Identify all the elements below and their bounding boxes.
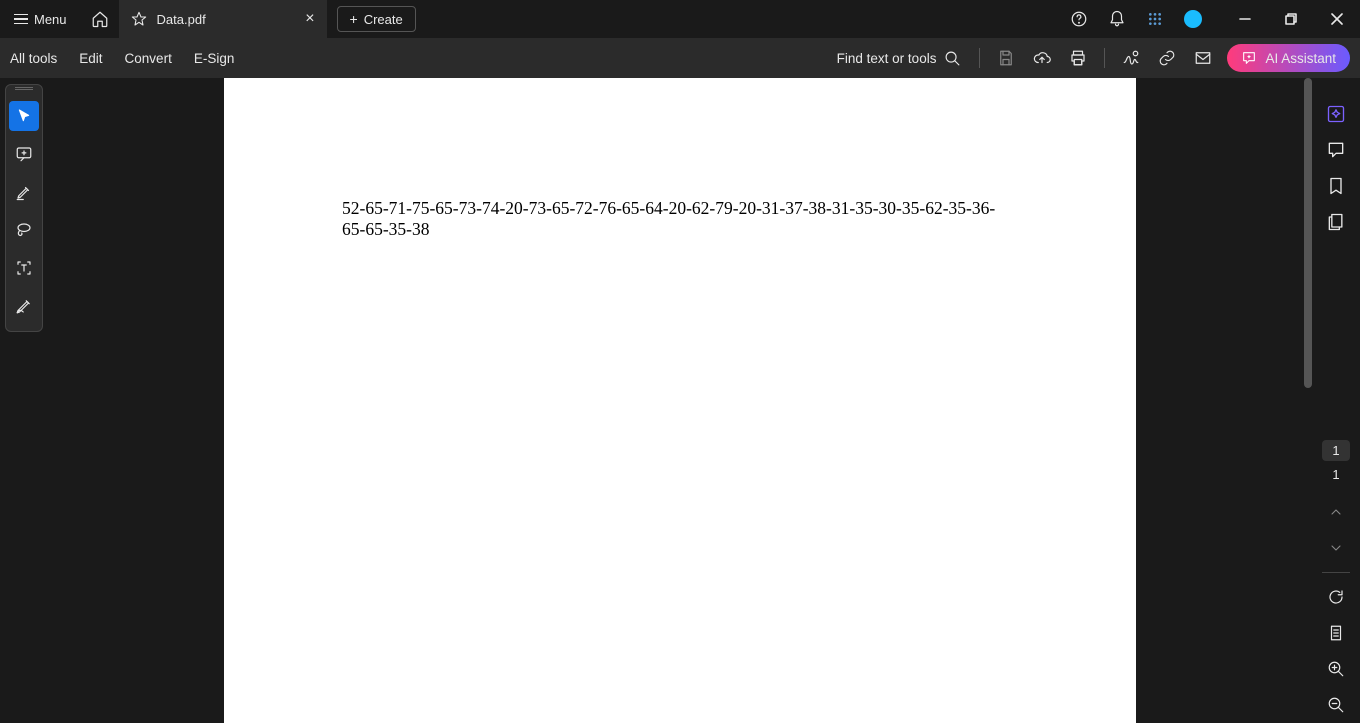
pages-panel-icon xyxy=(1326,212,1346,232)
avatar-icon xyxy=(1184,10,1202,28)
document-tab[interactable]: Data.pdf × xyxy=(119,0,327,38)
search-icon xyxy=(944,50,961,67)
signature-icon xyxy=(1122,49,1140,67)
close-icon xyxy=(1331,13,1343,25)
comment-icon xyxy=(15,145,33,163)
vertical-scrollbar[interactable] xyxy=(1304,78,1312,388)
bell-icon xyxy=(1108,10,1126,28)
tool-bar: All tools Edit Convert E-Sign Find text … xyxy=(0,38,1360,78)
lasso-icon xyxy=(15,221,33,239)
grip-handle[interactable] xyxy=(12,87,36,93)
home-button[interactable] xyxy=(81,0,119,38)
page-up-button[interactable] xyxy=(1318,494,1354,530)
comment-tool[interactable] xyxy=(9,139,39,169)
tab-title: Data.pdf xyxy=(157,12,296,27)
star-icon xyxy=(131,11,147,27)
panel-bookmarks-button[interactable] xyxy=(1318,168,1354,204)
minimize-icon xyxy=(1239,13,1251,25)
zoom-out-icon xyxy=(1327,696,1345,714)
ai-panel-icon xyxy=(1326,104,1346,124)
chevron-down-icon xyxy=(1328,540,1344,556)
zoom-out-button[interactable] xyxy=(1318,687,1354,723)
apps-grid-icon xyxy=(1147,11,1163,27)
divider xyxy=(1322,572,1350,573)
help-button[interactable] xyxy=(1060,0,1098,38)
panel-comments-button[interactable] xyxy=(1318,132,1354,168)
save-button[interactable] xyxy=(988,38,1024,78)
panel-ai-button[interactable] xyxy=(1318,96,1354,132)
create-label: Create xyxy=(364,12,403,27)
highlight-tool[interactable] xyxy=(9,177,39,207)
menu-button[interactable]: Menu xyxy=(0,0,81,38)
main-area: 52-65-71-75-65-73-74-20-73-65-72-76-65-6… xyxy=(0,78,1360,723)
window-controls xyxy=(1222,0,1360,38)
print-icon xyxy=(1069,49,1087,67)
chevron-up-icon xyxy=(1328,504,1344,520)
right-toolbar: 1 1 xyxy=(1312,78,1360,723)
ai-label: AI Assistant xyxy=(1265,51,1336,66)
print-button[interactable] xyxy=(1060,38,1096,78)
save-icon xyxy=(997,49,1015,67)
page-layout-icon xyxy=(1327,624,1345,642)
page-total: 1 xyxy=(1332,467,1339,482)
page-display-button[interactable] xyxy=(1318,615,1354,651)
ai-assistant-button[interactable]: AI Assistant xyxy=(1227,44,1350,72)
text-tool[interactable] xyxy=(9,253,39,283)
menu-label: Menu xyxy=(34,12,67,27)
page-current[interactable]: 1 xyxy=(1322,440,1349,461)
left-tool-panel xyxy=(5,84,43,332)
maximize-button[interactable] xyxy=(1268,0,1314,38)
link-icon xyxy=(1158,49,1176,67)
select-tool[interactable] xyxy=(9,101,39,131)
account-button[interactable] xyxy=(1174,0,1212,38)
pen-icon xyxy=(15,297,33,315)
menu-convert[interactable]: Convert xyxy=(125,51,172,66)
apps-button[interactable] xyxy=(1136,0,1174,38)
find-label: Find text or tools xyxy=(837,51,937,66)
menu-all-tools[interactable]: All tools xyxy=(10,51,57,66)
cloud-upload-icon xyxy=(1033,49,1051,67)
mail-icon xyxy=(1194,49,1212,67)
divider xyxy=(979,48,980,68)
text-select-icon xyxy=(15,259,33,277)
email-button[interactable] xyxy=(1185,38,1221,78)
fill-sign-tool[interactable] xyxy=(9,291,39,321)
zoom-in-icon xyxy=(1327,660,1345,678)
close-window-button[interactable] xyxy=(1314,0,1360,38)
document-area[interactable]: 52-65-71-75-65-73-74-20-73-65-72-76-65-6… xyxy=(48,78,1312,723)
highlighter-icon xyxy=(15,183,33,201)
page-down-button[interactable] xyxy=(1318,530,1354,566)
cursor-icon xyxy=(16,108,32,124)
rotate-button[interactable] xyxy=(1318,579,1354,615)
divider xyxy=(1104,48,1105,68)
notifications-button[interactable] xyxy=(1098,0,1136,38)
help-icon xyxy=(1070,10,1088,28)
panel-pages-button[interactable] xyxy=(1318,204,1354,240)
left-toolbar xyxy=(0,78,48,723)
draw-tool[interactable] xyxy=(9,215,39,245)
menu-edit[interactable]: Edit xyxy=(79,51,102,66)
bookmark-panel-icon xyxy=(1326,176,1346,196)
link-button[interactable] xyxy=(1149,38,1185,78)
hamburger-icon xyxy=(14,14,28,25)
upload-button[interactable] xyxy=(1024,38,1060,78)
title-bar: Menu Data.pdf × + Create xyxy=(0,0,1360,38)
rotate-icon xyxy=(1327,588,1345,606)
home-icon xyxy=(91,10,109,28)
sign-button[interactable] xyxy=(1113,38,1149,78)
maximize-icon xyxy=(1285,13,1297,25)
create-button[interactable]: + Create xyxy=(337,6,416,32)
minimize-button[interactable] xyxy=(1222,0,1268,38)
find-button[interactable]: Find text or tools xyxy=(837,50,972,67)
plus-icon: + xyxy=(350,11,358,27)
comments-panel-icon xyxy=(1326,140,1346,160)
zoom-in-button[interactable] xyxy=(1318,651,1354,687)
pdf-page: 52-65-71-75-65-73-74-20-73-65-72-76-65-6… xyxy=(224,78,1136,723)
document-text: 52-65-71-75-65-73-74-20-73-65-72-76-65-6… xyxy=(342,198,1012,240)
close-tab-button[interactable]: × xyxy=(305,10,314,28)
tool-menu: All tools Edit Convert E-Sign xyxy=(10,51,234,66)
sparkle-chat-icon xyxy=(1241,50,1257,66)
menu-esign[interactable]: E-Sign xyxy=(194,51,235,66)
